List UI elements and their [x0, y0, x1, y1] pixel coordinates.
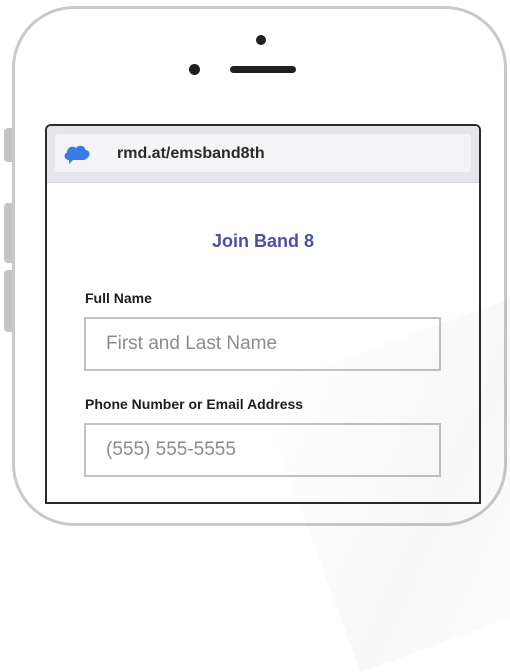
phone-screen: rmd.at/emsband8th Join Band 8 Full Name …: [45, 124, 481, 504]
contact-label: Phone Number or Email Address: [85, 396, 304, 412]
address-bar[interactable]: rmd.at/emsband8th: [55, 134, 471, 172]
contact-input[interactable]: (555) 555-5555: [84, 423, 441, 477]
form-title: Join Band 8: [211, 231, 314, 251]
full-name-input[interactable]: First and Last Name: [84, 317, 441, 371]
url-text: rmd.at/emsband8th: [117, 145, 265, 162]
cloud-icon: [63, 144, 91, 164]
full-name-label: Full Name: [85, 290, 152, 306]
browser-toolbar: rmd.at/emsband8th: [47, 126, 479, 183]
front-camera: [256, 35, 266, 45]
proximity-sensor: [189, 64, 200, 75]
earpiece-speaker: [230, 66, 296, 73]
